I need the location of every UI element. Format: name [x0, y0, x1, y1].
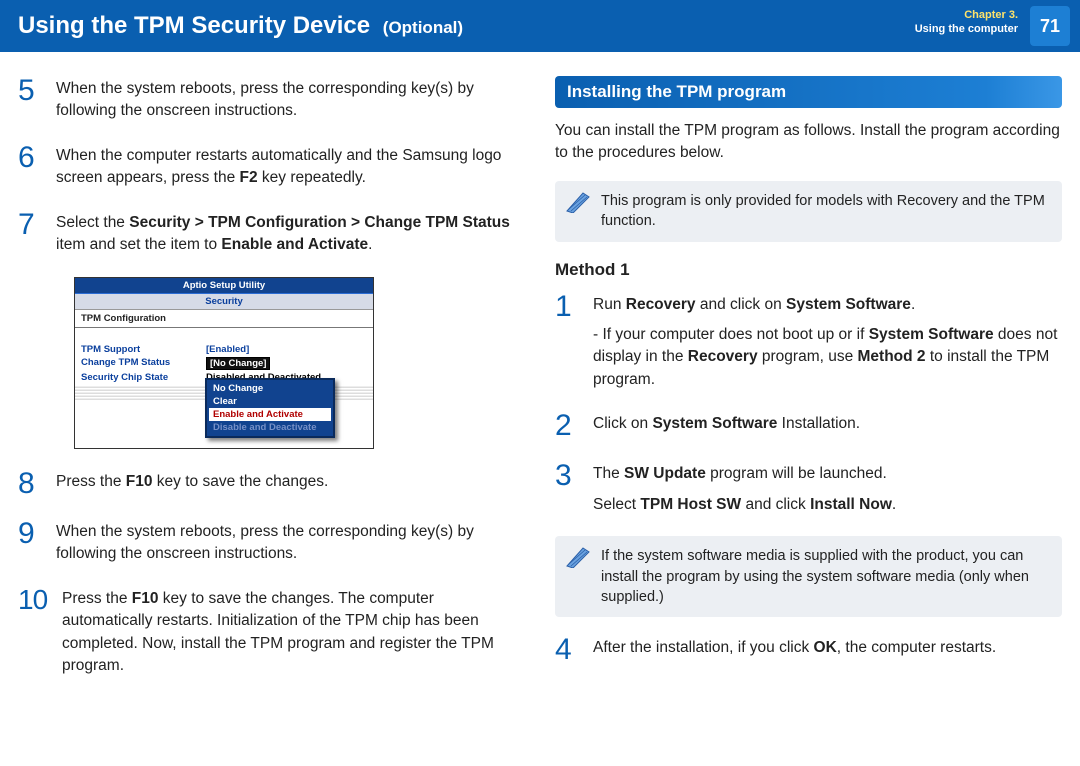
note-text: If the system software media is supplied…: [601, 548, 1029, 605]
note-icon: [565, 191, 591, 213]
method1-step-4: 4 After the installation, if you click O…: [555, 635, 1062, 665]
bios-row-label: TPM Support: [81, 344, 206, 355]
bios-option: No Change: [209, 382, 331, 395]
chapter-label: Chapter 3. Using the computer: [915, 8, 1018, 36]
step-text: When the system reboots, press the corre…: [56, 76, 525, 123]
bios-option-selected: Enable and Activate: [209, 408, 331, 421]
bios-option: Clear: [209, 395, 331, 408]
bios-tab: Security: [75, 294, 373, 310]
page-header: Using the TPM Security Device (Optional)…: [0, 0, 1080, 52]
step-number: 3: [555, 461, 593, 516]
step-number: 8: [18, 469, 56, 499]
chapter-line2: Using the computer: [915, 22, 1018, 36]
bios-body: TPM Support [Enabled] Change TPM Status …: [75, 328, 373, 448]
bios-row-value: [Enabled]: [206, 344, 249, 355]
bios-option: Disable and Deactivate: [209, 421, 331, 434]
step-6: 6 When the computer restarts automatical…: [18, 143, 525, 190]
step-subtext: - If your computer does not boot up or i…: [593, 324, 1062, 391]
step-text: Click on System Software Installation.: [593, 411, 860, 441]
bios-popup: No Change Clear Enable and Activate Disa…: [205, 378, 335, 438]
body-columns: 5 When the system reboots, press the cor…: [0, 52, 1080, 698]
method-header: Method 1: [555, 260, 1062, 280]
step-number: 9: [18, 519, 56, 566]
method1-step-3: 3 The SW Update program will be launched…: [555, 461, 1062, 516]
right-column: Installing the TPM program You can insta…: [555, 76, 1062, 698]
bios-title: Aptio Setup Utility: [75, 278, 373, 294]
section-header: Installing the TPM program: [555, 76, 1062, 108]
title-main: Using the TPM Security Device: [18, 12, 370, 39]
page-number: 71: [1030, 6, 1070, 46]
bios-row: TPM Support [Enabled]: [81, 344, 367, 355]
note-text: This program is only provided for models…: [601, 193, 1045, 229]
page-title: Using the TPM Security Device (Optional): [18, 12, 463, 40]
step-text: When the system reboots, press the corre…: [56, 519, 525, 566]
step-subtext: Select TPM Host SW and click Install Now…: [593, 494, 896, 516]
step-number: 10: [18, 586, 62, 678]
step-text: When the computer restarts automatically…: [56, 143, 525, 190]
bios-row-label: Security Chip State: [81, 372, 206, 383]
method1-step-2: 2 Click on System Software Installation.: [555, 411, 1062, 441]
step-text: After the installation, if you click OK,…: [593, 635, 996, 665]
step-text: Run Recovery and click on System Softwar…: [593, 292, 1062, 392]
step-10: 10 Press the F10 key to save the changes…: [18, 586, 525, 678]
step-9: 9 When the system reboots, press the cor…: [18, 519, 525, 566]
step-number: 7: [18, 210, 56, 257]
page-root: Using the TPM Security Device (Optional)…: [0, 0, 1080, 766]
bios-subtitle: TPM Configuration: [75, 310, 373, 328]
method1-step-1: 1 Run Recovery and click on System Softw…: [555, 292, 1062, 392]
chapter-line1: Chapter 3.: [915, 8, 1018, 22]
bios-screenshot: Aptio Setup Utility Security TPM Configu…: [74, 277, 374, 449]
step-text: Press the F10 key to save the changes. T…: [62, 586, 525, 678]
note-box: If the system software media is supplied…: [555, 536, 1062, 617]
section-intro: You can install the TPM program as follo…: [555, 120, 1062, 165]
step-text: Select the Security > TPM Configuration …: [56, 210, 525, 257]
step-number: 1: [555, 292, 593, 392]
step-5: 5 When the system reboots, press the cor…: [18, 76, 525, 123]
step-text: Press the F10 key to save the changes.: [56, 469, 328, 499]
bios-row: Change TPM Status [No Change]: [81, 357, 367, 370]
bios-row-value: [No Change]: [206, 357, 270, 370]
bios-row-label: Change TPM Status: [81, 357, 206, 370]
step-number: 6: [18, 143, 56, 190]
step-number: 5: [18, 76, 56, 123]
step-number: 4: [555, 635, 593, 665]
title-suffix: (Optional): [383, 18, 463, 37]
step-8: 8 Press the F10 key to save the changes.: [18, 469, 525, 499]
step-number: 2: [555, 411, 593, 441]
step-7: 7 Select the Security > TPM Configuratio…: [18, 210, 525, 257]
left-column: 5 When the system reboots, press the cor…: [18, 76, 525, 698]
note-box: This program is only provided for models…: [555, 181, 1062, 242]
note-icon: [565, 546, 591, 568]
step-text: The SW Update program will be launched. …: [593, 461, 896, 516]
